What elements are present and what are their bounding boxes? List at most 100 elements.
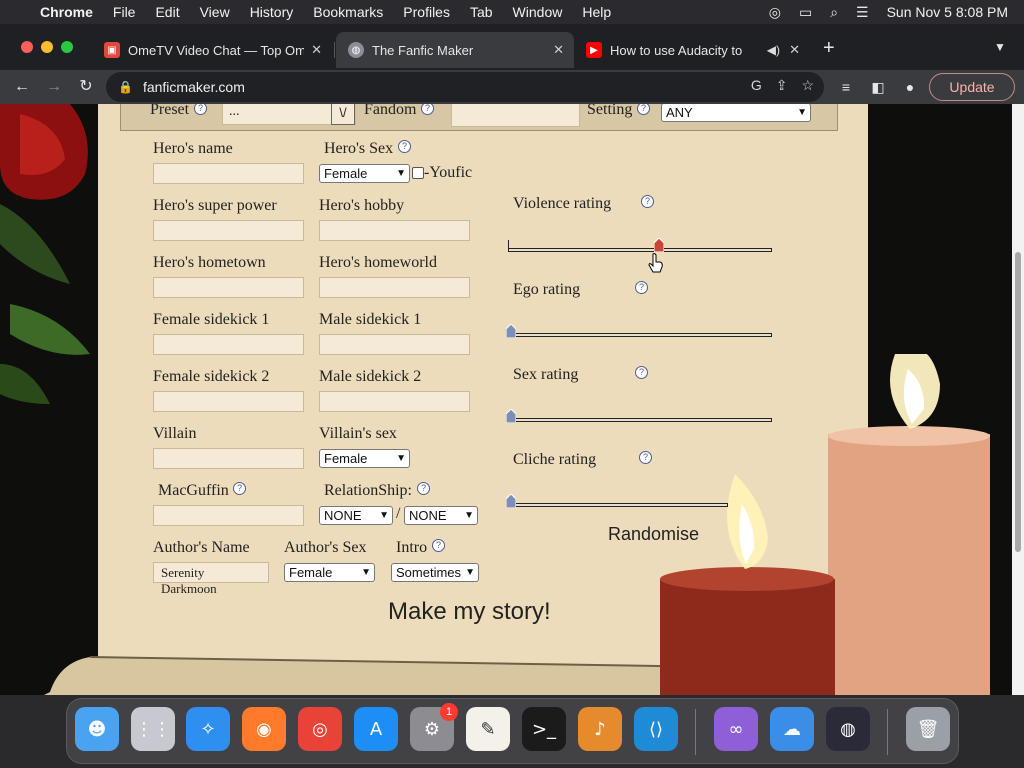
visual-studio-icon[interactable]: ∞ (714, 707, 758, 751)
chevron-down-icon: ▼ (465, 567, 475, 578)
scrollbar-thumb[interactable] (1015, 252, 1021, 552)
macguffin-help-icon[interactable]: ? (233, 482, 246, 495)
randomise-button[interactable]: Randomise (608, 524, 699, 545)
update-button[interactable]: Update (929, 73, 1015, 101)
profile-avatar-icon[interactable]: ● (898, 75, 922, 99)
violence-slider-thumb[interactable] (653, 238, 664, 252)
author-name-input[interactable]: Serenity Darkmoon (153, 562, 269, 596)
menu-file[interactable]: File (113, 4, 136, 20)
finder-icon[interactable]: ☻ (75, 707, 119, 751)
chrome-icon[interactable]: ◎ (298, 707, 342, 751)
new-tab-button[interactable]: + (823, 38, 835, 58)
cliche-help-icon[interactable]: ? (639, 451, 652, 464)
address-bar[interactable]: 🔒 fanficmaker.com G ⇪ ☆ (106, 72, 824, 102)
safari-icon[interactable]: ✧ (186, 707, 230, 751)
close-icon[interactable]: ✕ (553, 42, 564, 58)
super-power-input[interactable] (153, 220, 304, 241)
side-panel-icon[interactable]: ◧ (866, 75, 890, 99)
hometown-input[interactable] (153, 277, 304, 298)
preset-dropdown-button[interactable]: \/ (331, 104, 355, 125)
menu-help[interactable]: Help (582, 4, 611, 20)
villain-sex-select[interactable]: Female ▼ (319, 449, 410, 468)
macguffin-input[interactable] (153, 505, 304, 526)
window-close-button[interactable] (21, 41, 33, 53)
close-icon[interactable]: ✕ (311, 42, 322, 58)
window-minimize-button[interactable] (41, 41, 53, 53)
youfic-checkbox[interactable] (412, 167, 424, 179)
speaker-icon[interactable]: ◀) (767, 43, 780, 57)
hobby-input[interactable] (319, 220, 470, 241)
firefox-icon[interactable]: ◉ (242, 707, 286, 751)
menu-edit[interactable]: Edit (155, 4, 179, 20)
male-sidekick1-input[interactable] (319, 334, 470, 355)
menu-history[interactable]: History (250, 4, 294, 20)
cliche-rating-slider[interactable] (508, 503, 728, 507)
menu-bookmarks[interactable]: Bookmarks (313, 4, 383, 20)
globe-favicon-icon: ◍ (348, 42, 364, 58)
obs-icon[interactable]: ◍ (826, 707, 870, 751)
screen-mirroring-icon[interactable]: ▭ (799, 4, 812, 21)
app-store-icon[interactable]: A (354, 707, 398, 751)
page-scrollbar[interactable] (1012, 104, 1024, 695)
fandom-input[interactable] (451, 104, 580, 127)
hero-name-input[interactable] (153, 163, 304, 184)
cliche-slider-thumb[interactable] (506, 494, 516, 508)
browser-toolbar: ← → ↻ 🔒 fanficmaker.com G ⇪ ☆ ≡ ◧ ● Upda… (0, 70, 1024, 104)
relationship-select-2[interactable]: NONE ▼ (404, 506, 478, 525)
relationship-help-icon[interactable]: ? (417, 482, 430, 495)
menu-app-name[interactable]: Chrome (40, 4, 93, 20)
intro-help-icon[interactable]: ? (432, 539, 445, 552)
violence-rating-slider[interactable] (508, 248, 772, 252)
female-sidekick1-input[interactable] (153, 334, 304, 355)
bookmark-star-icon[interactable]: ☆ (801, 77, 814, 94)
close-icon[interactable]: ✕ (789, 42, 800, 58)
sex-rating-slider[interactable] (508, 418, 772, 422)
control-center-icon[interactable]: ☰ (856, 4, 869, 21)
tab-search-chevron-icon[interactable]: ▼ (994, 40, 1006, 54)
spotlight-search-icon[interactable]: ⌕ (830, 4, 838, 21)
setting-select[interactable]: ANY ▼ (661, 104, 811, 122)
back-arrow-icon[interactable]: ← (10, 75, 34, 99)
trash-icon[interactable]: 🗑 (906, 707, 950, 751)
menu-tab[interactable]: Tab (470, 4, 493, 20)
sex-slider-thumb[interactable] (506, 409, 516, 423)
author-sex-select[interactable]: Female ▼ (284, 563, 375, 582)
share-icon[interactable]: ⇪ (776, 77, 788, 94)
make-story-button[interactable]: Make my story! (388, 598, 551, 626)
ego-help-icon[interactable]: ? (635, 281, 648, 294)
intro-select[interactable]: Sometimes ▼ (391, 563, 479, 582)
terminal-icon[interactable]: >_ (522, 707, 566, 751)
female-sidekick1-label: Female sidekick 1 (153, 311, 270, 328)
lock-icon[interactable]: 🔒 (118, 80, 133, 94)
google-lens-icon[interactable]: G (751, 77, 762, 94)
garageband-icon[interactable]: ♪ (578, 707, 622, 751)
window-zoom-button[interactable] (61, 41, 73, 53)
hero-sex-select[interactable]: Female ▼ (319, 164, 410, 183)
menu-profiles[interactable]: Profiles (403, 4, 450, 20)
media-controls-icon[interactable]: ≡ (834, 75, 858, 99)
ego-slider-thumb[interactable] (506, 324, 516, 338)
tab-ometv[interactable]: ▣ OmeTV Video Chat — Top Ome ✕ (92, 32, 332, 68)
female-sidekick2-input[interactable] (153, 391, 304, 412)
villain-input[interactable] (153, 448, 304, 469)
male-sidekick2-input[interactable] (319, 391, 470, 412)
creative-cloud-icon[interactable]: ◎ (769, 4, 781, 21)
tab-audacity-video[interactable]: ▶ How to use Audacity to ◀) ✕ (574, 32, 810, 68)
sex-help-icon[interactable]: ? (635, 366, 648, 379)
relationship-select-1[interactable]: NONE ▼ (319, 506, 393, 525)
hero-sex-help-icon[interactable]: ? (398, 140, 411, 153)
weather-icon[interactable]: ☁ (770, 707, 814, 751)
forward-arrow-icon[interactable]: → (42, 75, 66, 99)
menubar-clock[interactable]: Sun Nov 5 8:08 PM (887, 4, 1008, 20)
homeworld-input[interactable] (319, 277, 470, 298)
menu-view[interactable]: View (200, 4, 230, 20)
reload-icon[interactable]: ↻ (74, 75, 98, 99)
tab-fanfic-maker[interactable]: ◍ The Fanfic Maker ✕ (336, 32, 574, 68)
launchpad-icon[interactable]: ⋮⋮ (131, 707, 175, 751)
violence-help-icon[interactable]: ? (641, 195, 654, 208)
url-text[interactable]: fanficmaker.com (143, 79, 245, 95)
textedit-icon[interactable]: ✎ (466, 707, 510, 751)
vscode-icon[interactable]: ⟨⟩ (634, 707, 678, 751)
ego-rating-slider[interactable] (508, 333, 772, 337)
menu-window[interactable]: Window (513, 4, 563, 20)
